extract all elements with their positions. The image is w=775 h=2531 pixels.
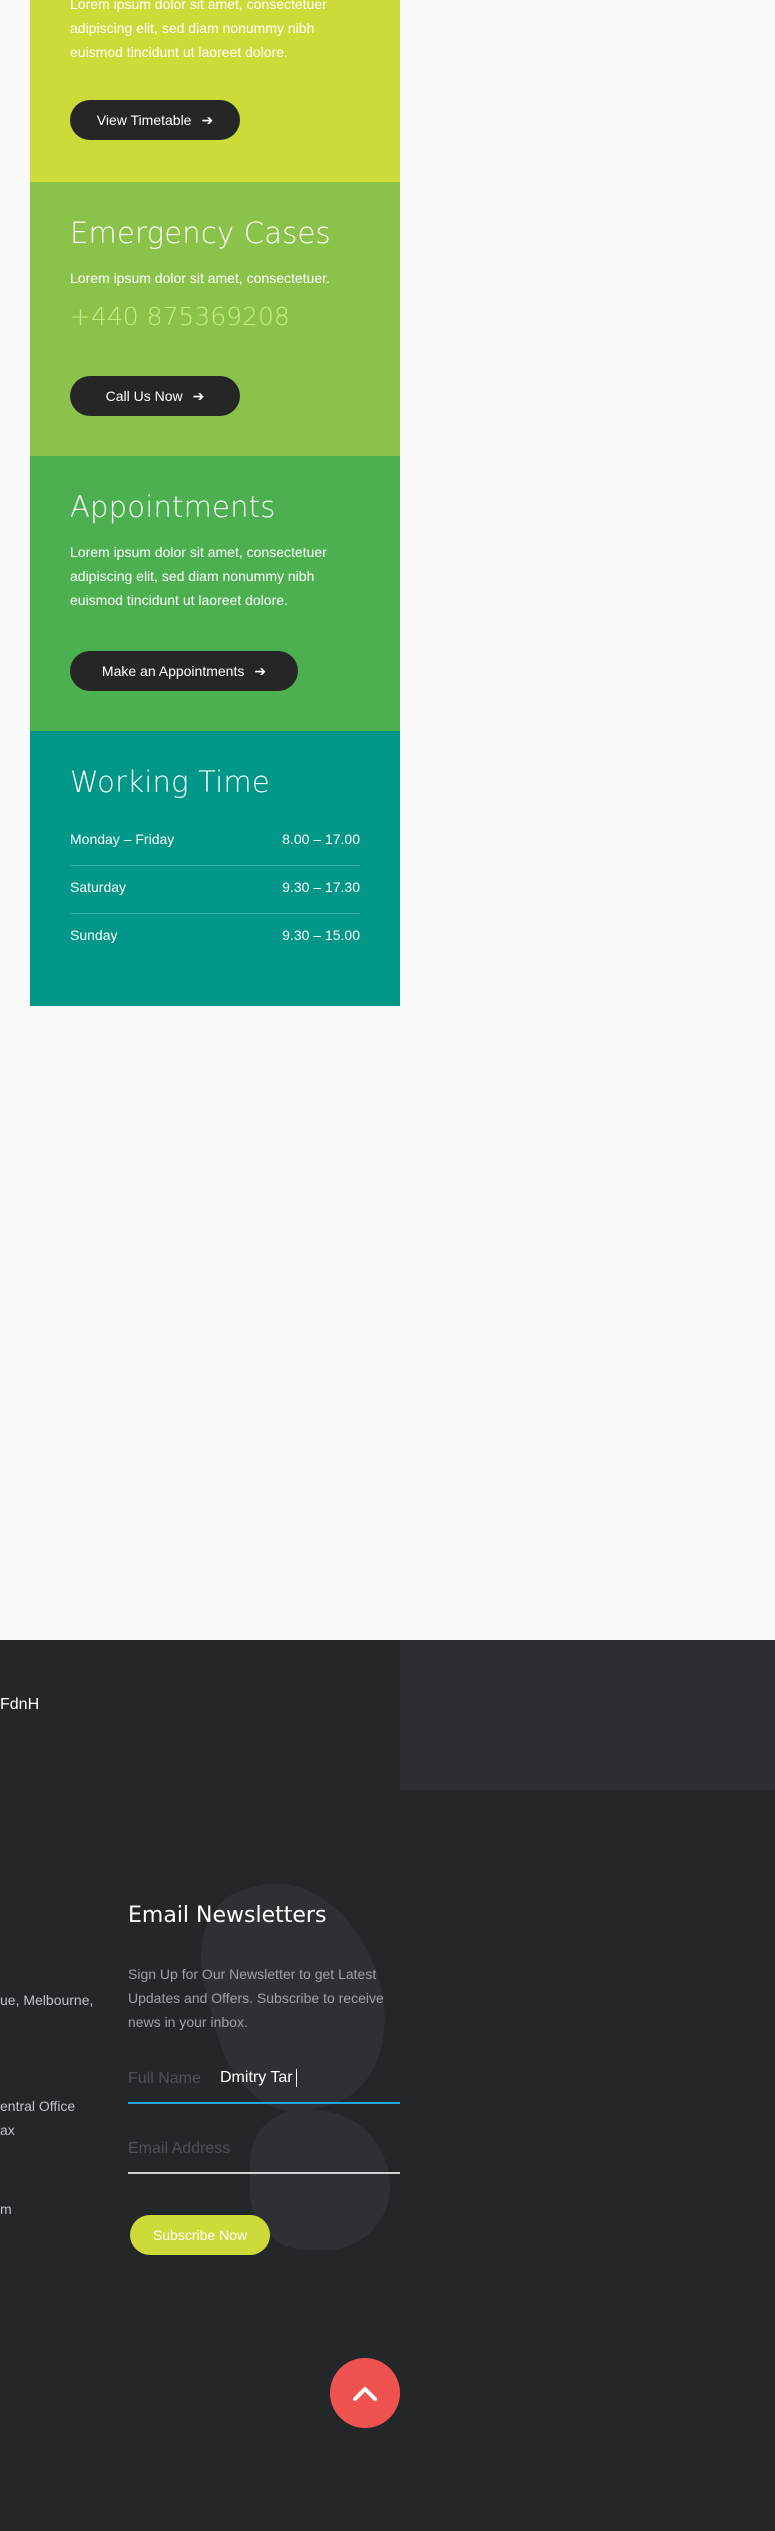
working-time-title: Working Time	[70, 765, 270, 799]
subscribe-button[interactable]: Subscribe Now	[130, 2215, 270, 2255]
time-hours: 9.30 – 15.00	[282, 927, 360, 943]
emergency-panel: Emergency Cases Lorem ipsum dolor sit am…	[30, 182, 400, 456]
arrow-right-icon: ➔	[254, 662, 267, 679]
footer-brand[interactable]: FdnH	[0, 1696, 39, 1714]
newsletter-title: Email Newsletters	[128, 1903, 327, 1928]
time-hours: 8.00 – 17.00	[282, 831, 360, 847]
arrow-right-icon: ➔	[192, 387, 205, 404]
full-name-value[interactable]: Dmitry Tar	[220, 2069, 297, 2087]
footer-top-band	[400, 1640, 775, 1790]
email-field[interactable]: Email Address	[128, 2128, 400, 2174]
time-day: Sunday	[70, 927, 118, 943]
time-day: Monday – Friday	[70, 831, 175, 847]
timetable-text: Lorem ipsum dolor sit amet, consectetuer…	[70, 0, 327, 60]
appointments-title: Appointments	[70, 490, 276, 524]
full-name-field[interactable]: Full Name Dmitry Tar	[128, 2058, 400, 2104]
email-placeholder: Email Address	[128, 2140, 231, 2157]
working-time-panel: Working Time Monday – Friday 8.00 – 17.0…	[30, 731, 400, 1006]
arrow-right-icon: ➔	[201, 111, 214, 128]
scroll-to-top-button[interactable]	[330, 2358, 400, 2428]
footer-email[interactable]: m	[0, 2197, 12, 2221]
emergency-text: Lorem ipsum dolor sit amet, consectetuer…	[70, 270, 330, 286]
footer: FdnH ue, Melbourne, entral Office ax m E…	[0, 1640, 775, 2531]
time-row: Monday – Friday 8.00 – 17.00	[70, 815, 360, 863]
newsletter-text: Sign Up for Our Newsletter to get Latest…	[128, 1966, 384, 2030]
footer-fax: ax	[0, 2122, 15, 2138]
footer-address: ue, Melbourne,	[0, 1992, 94, 2008]
appointments-panel: Appointments Lorem ipsum dolor sit amet,…	[30, 456, 400, 731]
appointments-text: Lorem ipsum dolor sit amet, consectetuer…	[70, 544, 327, 608]
full-name-placeholder: Full Name	[128, 2070, 201, 2087]
time-hours: 9.30 – 17.30	[282, 879, 360, 895]
call-us-now-button[interactable]: Call Us Now ➔	[70, 376, 240, 416]
view-timetable-label: View Timetable	[96, 112, 192, 128]
chevron-up-icon	[353, 2387, 377, 2401]
emergency-title: Emergency Cases	[70, 216, 331, 250]
time-day: Saturday	[70, 879, 127, 895]
footer-office: entral Office	[0, 2098, 76, 2114]
call-us-now-label: Call Us Now	[105, 388, 183, 404]
view-timetable-button[interactable]: View Timetable ➔	[70, 100, 240, 140]
make-appointment-button[interactable]: Make an Appointments ➔	[70, 651, 298, 691]
make-appointment-label: Make an Appointments	[101, 663, 245, 679]
emergency-phone: +440 875369208	[70, 302, 290, 331]
time-row: Saturday 9.30 – 17.30	[70, 863, 360, 911]
time-row: Sunday 9.30 – 15.00	[70, 911, 360, 959]
timetable-panel: Lorem ipsum dolor sit amet, consectetuer…	[30, 0, 400, 182]
